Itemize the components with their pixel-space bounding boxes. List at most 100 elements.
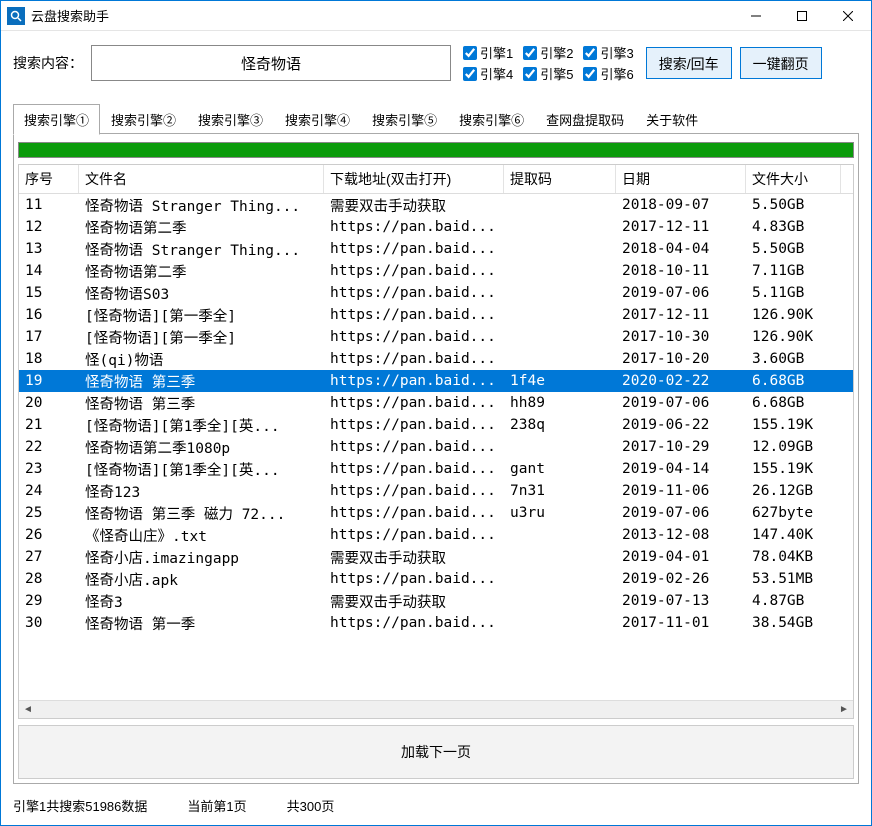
- load-next-button[interactable]: 加载下一页: [18, 725, 854, 779]
- search-label: 搜索内容：: [13, 53, 83, 73]
- table-row[interactable]: 17[怪奇物语][第一季全]https://pan.baid...2017-10…: [19, 326, 853, 348]
- engine-checkbox-3[interactable]: 引擎3: [583, 43, 633, 62]
- engine-checkbox-1[interactable]: 引擎1: [463, 43, 513, 62]
- tab-6[interactable]: 搜索引擎⑥: [448, 104, 535, 135]
- engine-checkbox-input-2[interactable]: [523, 46, 537, 60]
- cell-filename: 怪奇物语S03: [79, 283, 324, 304]
- engine-checkbox-input-3[interactable]: [583, 46, 597, 60]
- tab-7[interactable]: 查网盘提取码: [535, 104, 635, 135]
- cell-seq: 17: [19, 329, 79, 345]
- cell-url: https://pan.baid...: [324, 351, 504, 367]
- table-row[interactable]: 30怪奇物语 第一季https://pan.baid...2017-11-013…: [19, 612, 853, 634]
- table-row[interactable]: 11怪奇物语 Stranger Thing...需要双击手动获取2018-09-…: [19, 194, 853, 216]
- table-row[interactable]: 20怪奇物语 第三季https://pan.baid...hh892019-07…: [19, 392, 853, 414]
- cell-code: hh89: [504, 395, 616, 411]
- minimize-button[interactable]: [733, 1, 779, 31]
- col-size[interactable]: 文件大小: [746, 165, 841, 193]
- cell-url: https://pan.baid...: [324, 285, 504, 301]
- col-date[interactable]: 日期: [616, 165, 746, 193]
- cell-date: 2019-11-06: [616, 483, 746, 499]
- tab-4[interactable]: 搜索引擎④: [274, 104, 361, 135]
- search-input[interactable]: [91, 45, 451, 81]
- tab-5[interactable]: 搜索引擎⑤: [361, 104, 448, 135]
- status-total-pages: 共300页: [287, 796, 335, 815]
- cell-date: 2019-07-06: [616, 285, 746, 301]
- cell-seq: 28: [19, 571, 79, 587]
- table-row[interactable]: 26《怪奇山庄》.txthttps://pan.baid...2013-12-0…: [19, 524, 853, 546]
- app-window: 云盘搜索助手 搜索内容： 引擎1 引擎2 引擎3 引擎4 引擎5 引擎6 搜索/回车 一键…: [0, 0, 872, 826]
- table-row[interactable]: 13怪奇物语 Stranger Thing...https://pan.baid…: [19, 238, 853, 260]
- engine-checkbox-5[interactable]: 引擎5: [523, 64, 573, 83]
- search-button[interactable]: 搜索/回车: [646, 47, 732, 79]
- engine-checkbox-input-6[interactable]: [583, 67, 597, 81]
- col-code[interactable]: 提取码: [504, 165, 616, 193]
- cell-seq: 14: [19, 263, 79, 279]
- cell-filename: 怪奇物语 Stranger Thing...: [79, 195, 324, 216]
- scroll-right-icon[interactable]: ►: [835, 701, 853, 719]
- cell-filename: 怪奇物语 第三季 磁力 72...: [79, 503, 324, 524]
- tab-3[interactable]: 搜索引擎③: [187, 104, 274, 135]
- cell-filename: [怪奇物语][第一季全]: [79, 305, 324, 326]
- engine-checkbox-input-1[interactable]: [463, 46, 477, 60]
- cell-url: https://pan.baid...: [324, 417, 504, 433]
- scroll-left-icon[interactable]: ◄: [19, 701, 37, 719]
- cell-code: u3ru: [504, 505, 616, 521]
- table-row[interactable]: 21[怪奇物语][第1季全][英...https://pan.baid...23…: [19, 414, 853, 436]
- engine-label: 引擎4: [480, 64, 513, 83]
- cell-seq: 30: [19, 615, 79, 631]
- cell-url: https://pan.baid...: [324, 527, 504, 543]
- window-title: 云盘搜索助手: [31, 6, 733, 25]
- table-row[interactable]: 12怪奇物语第二季https://pan.baid...2017-12-114.…: [19, 216, 853, 238]
- tab-1[interactable]: 搜索引擎①: [13, 104, 100, 135]
- cell-size: 38.54GB: [746, 615, 841, 631]
- engine-checkbox-6[interactable]: 引擎6: [583, 64, 633, 83]
- engine-checkbox-4[interactable]: 引擎4: [463, 64, 513, 83]
- app-icon: [7, 7, 25, 25]
- search-row: 搜索内容： 引擎1 引擎2 引擎3 引擎4 引擎5 引擎6 搜索/回车 一键翻页: [1, 31, 871, 91]
- table-row[interactable]: 29怪奇3需要双击手动获取2019-07-134.87GB: [19, 590, 853, 612]
- cell-seq: 21: [19, 417, 79, 433]
- cell-filename: 怪奇3: [79, 591, 324, 612]
- content-panel: 序号 文件名 下载地址(双击打开) 提取码 日期 文件大小 11怪奇物语 Str…: [13, 134, 859, 784]
- cell-seq: 26: [19, 527, 79, 543]
- table-row[interactable]: 14怪奇物语第二季https://pan.baid...2018-10-117.…: [19, 260, 853, 282]
- table-row[interactable]: 25怪奇物语 第三季 磁力 72...https://pan.baid...u3…: [19, 502, 853, 524]
- col-seq[interactable]: 序号: [19, 165, 79, 193]
- table-row[interactable]: 23[怪奇物语][第1季全][英...https://pan.baid...ga…: [19, 458, 853, 480]
- col-url[interactable]: 下载地址(双击打开): [324, 165, 504, 193]
- engine-checkbox-2[interactable]: 引擎2: [523, 43, 573, 62]
- cell-filename: [怪奇物语][第一季全]: [79, 327, 324, 348]
- cell-size: 6.68GB: [746, 395, 841, 411]
- tab-8[interactable]: 关于软件: [635, 104, 709, 135]
- table-row[interactable]: 27怪奇小店.imazingapp需要双击手动获取2019-04-0178.04…: [19, 546, 853, 568]
- cell-date: 2019-07-13: [616, 593, 746, 609]
- horizontal-scrollbar[interactable]: ◄ ►: [19, 700, 853, 718]
- close-button[interactable]: [825, 1, 871, 31]
- maximize-button[interactable]: [779, 1, 825, 31]
- engine-checkbox-input-5[interactable]: [523, 67, 537, 81]
- cell-size: 155.19K: [746, 417, 841, 433]
- cell-seq: 27: [19, 549, 79, 565]
- cell-filename: 怪(qi)物语: [79, 349, 324, 370]
- table-row[interactable]: 24怪奇123https://pan.baid...7n312019-11-06…: [19, 480, 853, 502]
- engine-label: 引擎3: [600, 43, 633, 62]
- col-filename[interactable]: 文件名: [79, 165, 324, 193]
- cell-date: 2019-02-26: [616, 571, 746, 587]
- cell-seq: 11: [19, 197, 79, 213]
- table-row[interactable]: 16[怪奇物语][第一季全]https://pan.baid...2017-12…: [19, 304, 853, 326]
- table-row[interactable]: 15怪奇物语S03https://pan.baid...2019-07-065.…: [19, 282, 853, 304]
- page-button[interactable]: 一键翻页: [740, 47, 822, 79]
- cell-url: https://pan.baid...: [324, 219, 504, 235]
- cell-date: 2017-10-20: [616, 351, 746, 367]
- cell-date: 2020-02-22: [616, 373, 746, 389]
- cell-seq: 12: [19, 219, 79, 235]
- cell-url: https://pan.baid...: [324, 571, 504, 587]
- table-row[interactable]: 18怪(qi)物语https://pan.baid...2017-10-203.…: [19, 348, 853, 370]
- cell-url: https://pan.baid...: [324, 329, 504, 345]
- table-row[interactable]: 19怪奇物语 第三季https://pan.baid...1f4e2020-02…: [19, 370, 853, 392]
- table-row[interactable]: 28怪奇小店.apkhttps://pan.baid...2019-02-265…: [19, 568, 853, 590]
- scroll-track[interactable]: [37, 701, 835, 719]
- engine-checkbox-input-4[interactable]: [463, 67, 477, 81]
- table-row[interactable]: 22怪奇物语第二季1080phttps://pan.baid...2017-10…: [19, 436, 853, 458]
- tab-2[interactable]: 搜索引擎②: [100, 104, 187, 135]
